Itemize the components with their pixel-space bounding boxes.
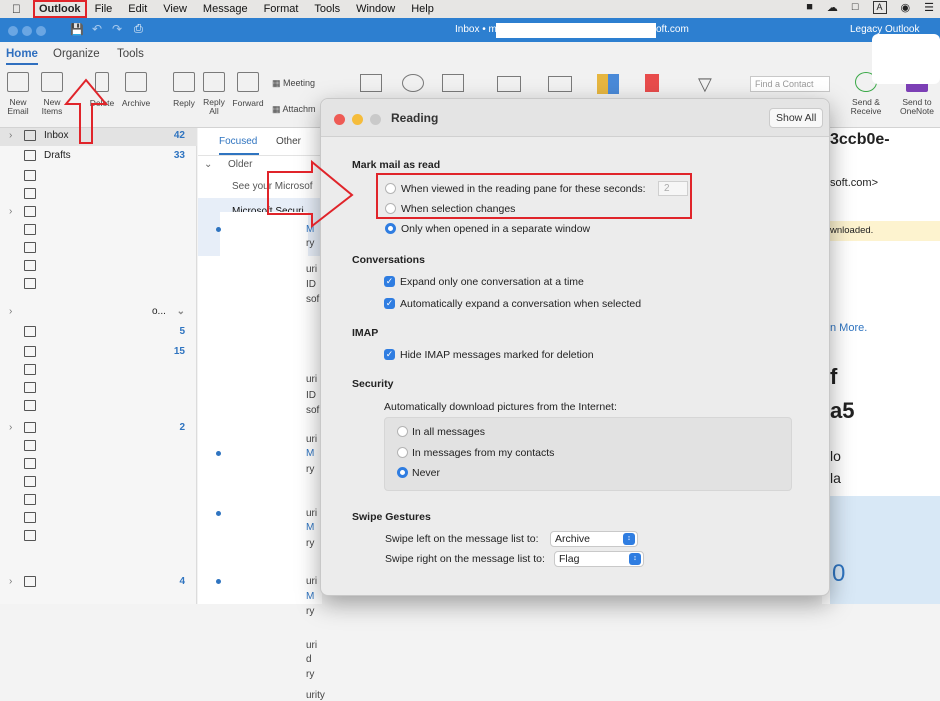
- message-text-fragment: ry: [306, 669, 315, 680]
- message-text-fragment: urity: [306, 690, 325, 701]
- message-text-fragment: uri: [306, 640, 318, 651]
- annotation-arrow-up: [74, 105, 98, 140]
- annotation-arrows: [63, 78, 354, 229]
- message-text-fragment: ry: [306, 606, 315, 617]
- message-text-fragment: d: [306, 654, 312, 665]
- annotation-arrow-up-outline: [63, 78, 109, 144]
- annotation-arrow-right-outline: [267, 159, 354, 229]
